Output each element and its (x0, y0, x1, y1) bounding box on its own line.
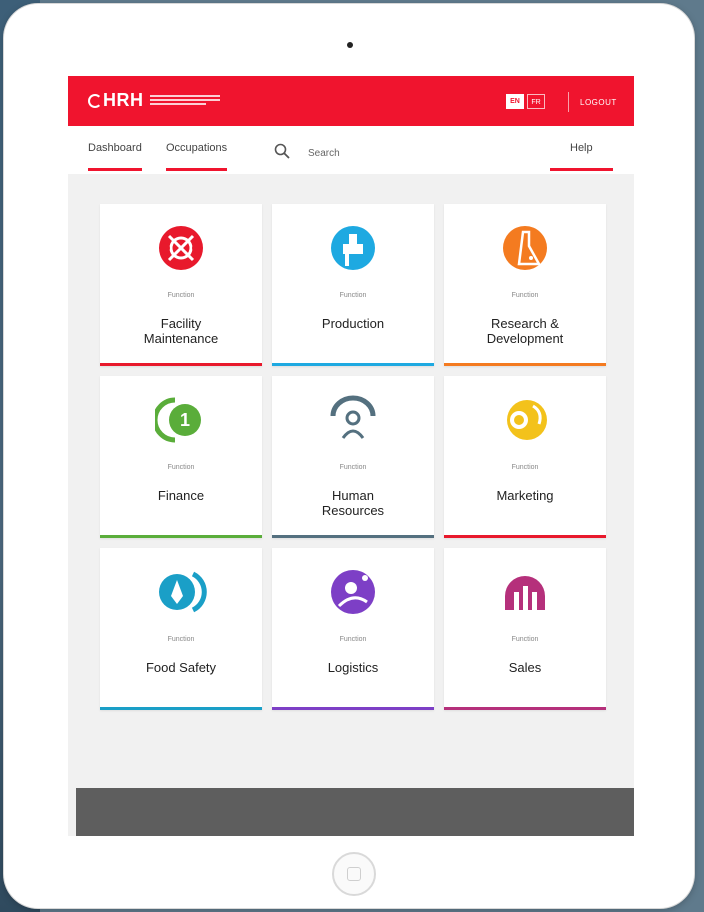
card-accent-bar (444, 363, 606, 366)
card-research-development[interactable]: Function Research & Development (444, 204, 606, 366)
chart-bars-icon (505, 576, 545, 610)
card-kicker: Function (339, 636, 367, 643)
card-marketing[interactable]: Function Marketing (444, 376, 606, 538)
nav-dashboard[interactable]: Dashboard (88, 142, 142, 171)
card-title: Production (321, 316, 385, 331)
megaphone-icon (507, 400, 547, 440)
search-input[interactable]: Search (308, 148, 340, 159)
card-logistics[interactable]: Function Logistics (272, 548, 434, 710)
card-food-safety[interactable]: Function Food Safety (100, 548, 262, 710)
leaf-drop-icon (159, 571, 207, 613)
card-accent-bar (272, 535, 434, 538)
card-kicker: Function (511, 636, 539, 643)
card-title: Research & Development (486, 316, 564, 346)
card-title: Facility Maintenance (143, 316, 219, 346)
tools-gear-icon (159, 226, 203, 270)
home-button[interactable] (332, 852, 376, 896)
factory-icon (331, 226, 375, 270)
card-kicker: Function (167, 292, 195, 299)
card-accent-bar (444, 707, 606, 710)
card-accent-bar (272, 363, 434, 366)
card-title: Finance (157, 488, 205, 503)
app-screen: HRH EN FR LOGOUT Dashboard Occupations S… (68, 76, 634, 836)
card-title: Sales (508, 660, 542, 675)
card-finance[interactable]: 1 Function Finance (100, 376, 262, 538)
card-kicker: Function (339, 292, 367, 299)
card-kicker: Function (511, 292, 539, 299)
card-human-resources[interactable]: Function Human Resources (272, 376, 434, 538)
nav-help[interactable]: Help (550, 142, 613, 171)
card-title: Marketing (496, 488, 554, 503)
card-kicker: Function (167, 464, 195, 471)
top-bar: HRH EN FR LOGOUT (68, 76, 634, 126)
card-kicker: Function (339, 464, 367, 471)
card-kicker: Function (511, 464, 539, 471)
card-accent-bar (100, 707, 262, 710)
nav-occupations[interactable]: Occupations (166, 142, 228, 171)
card-title: Human Resources (321, 488, 385, 518)
logo[interactable]: HRH (88, 90, 144, 111)
logout-link[interactable]: LOGOUT (580, 98, 617, 107)
header-divider (568, 92, 569, 112)
card-accent-bar (100, 535, 262, 538)
card-kicker: Function (167, 636, 195, 643)
card-title: Logistics (327, 660, 379, 675)
tablet-frame: HRH EN FR LOGOUT Dashboard Occupations S… (4, 4, 694, 908)
card-accent-bar (444, 535, 606, 538)
flask-icon (503, 226, 547, 270)
svg-text:1: 1 (180, 410, 190, 430)
home-square-icon (347, 867, 361, 881)
language-fr-button[interactable]: FR (527, 94, 545, 109)
card-accent-bar (100, 363, 262, 366)
logo-tagline-lines (150, 95, 220, 107)
nav-bar: Dashboard Occupations Search Help (68, 126, 634, 174)
card-sales[interactable]: Function Sales (444, 548, 606, 710)
people-icon (330, 395, 376, 439)
card-accent-bar (272, 707, 434, 710)
globe-icon (331, 570, 375, 614)
card-production[interactable]: Function Production (272, 204, 434, 366)
search-icon[interactable] (274, 143, 290, 159)
card-title: Food Safety (145, 660, 217, 675)
card-facility-maintenance[interactable]: Function Facility Maintenance (100, 204, 262, 366)
coin-icon: 1 (155, 397, 201, 443)
camera-dot (347, 42, 353, 48)
logo-text: HRH (103, 90, 144, 110)
footer-band (76, 788, 634, 836)
logo-mark-icon (88, 94, 102, 108)
language-en-button[interactable]: EN (506, 94, 524, 109)
